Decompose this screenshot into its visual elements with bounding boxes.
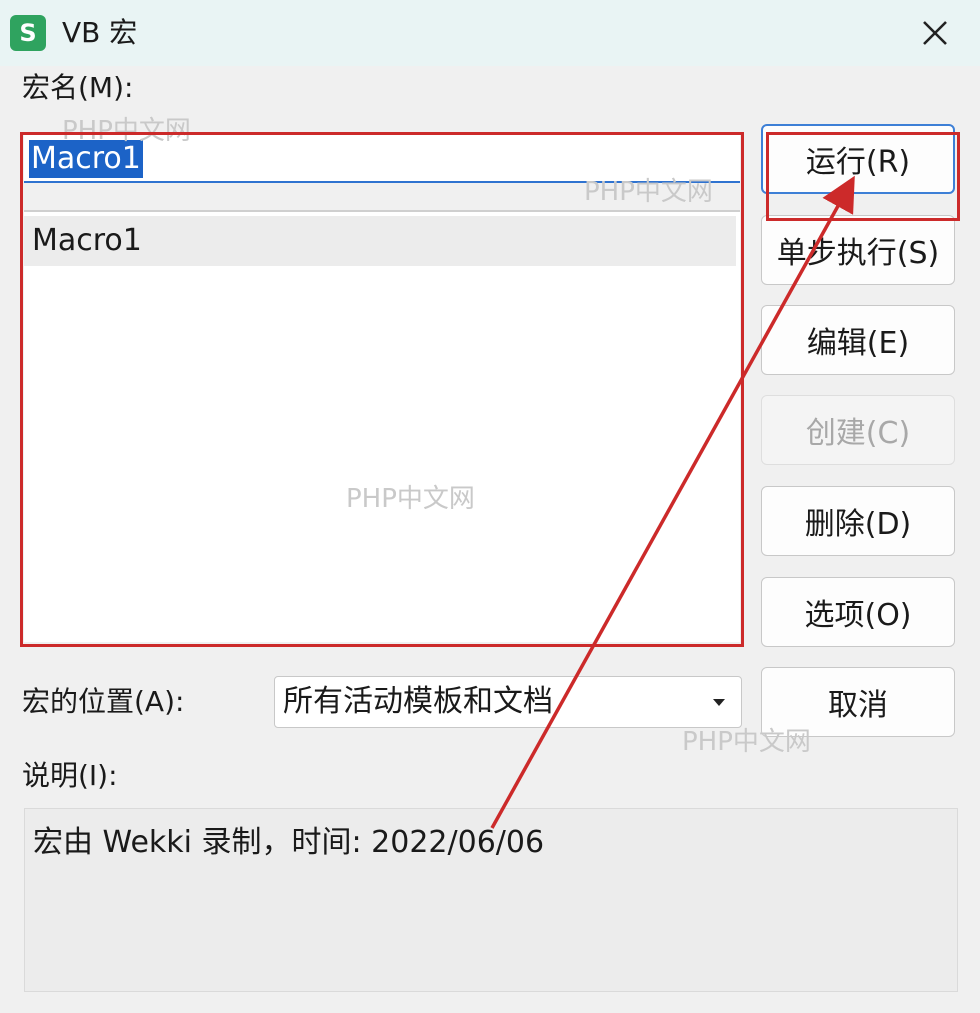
macro-location-value: 所有活动模板和文档 bbox=[283, 684, 553, 719]
macro-location-label: 宏的位置(A): bbox=[22, 685, 185, 718]
close-button[interactable] bbox=[905, 10, 965, 56]
options-button[interactable]: 选项(O) bbox=[761, 577, 955, 647]
cancel-button[interactable]: 取消 bbox=[761, 667, 955, 737]
macro-list[interactable]: Macro1 bbox=[24, 210, 740, 642]
run-button[interactable]: 运行(R) bbox=[761, 124, 955, 194]
chevron-down-icon bbox=[713, 699, 725, 706]
description-label: 说明(I): bbox=[22, 759, 118, 792]
macro-name-label: 宏名(M): bbox=[22, 71, 134, 104]
create-button: 创建(C) bbox=[761, 395, 955, 465]
macro-name-input[interactable]: Macro1 bbox=[24, 135, 740, 183]
window-title: VB 宏 bbox=[62, 16, 138, 49]
list-item[interactable]: Macro1 bbox=[24, 216, 736, 266]
macro-name-value: Macro1 bbox=[29, 140, 143, 178]
wps-app-icon: S bbox=[10, 15, 46, 51]
title-bar: S VB 宏 bbox=[0, 0, 980, 66]
description-text: 宏由 Wekki 录制，时间: 2022/06/06 bbox=[33, 825, 545, 860]
macro-location-select[interactable]: 所有活动模板和文档 bbox=[274, 676, 742, 728]
edit-button[interactable]: 编辑(E) bbox=[761, 305, 955, 375]
close-icon bbox=[923, 21, 947, 45]
step-button[interactable]: 单步执行(S) bbox=[761, 215, 955, 285]
delete-button[interactable]: 删除(D) bbox=[761, 486, 955, 556]
description-box: 宏由 Wekki 录制，时间: 2022/06/06 bbox=[24, 808, 958, 992]
